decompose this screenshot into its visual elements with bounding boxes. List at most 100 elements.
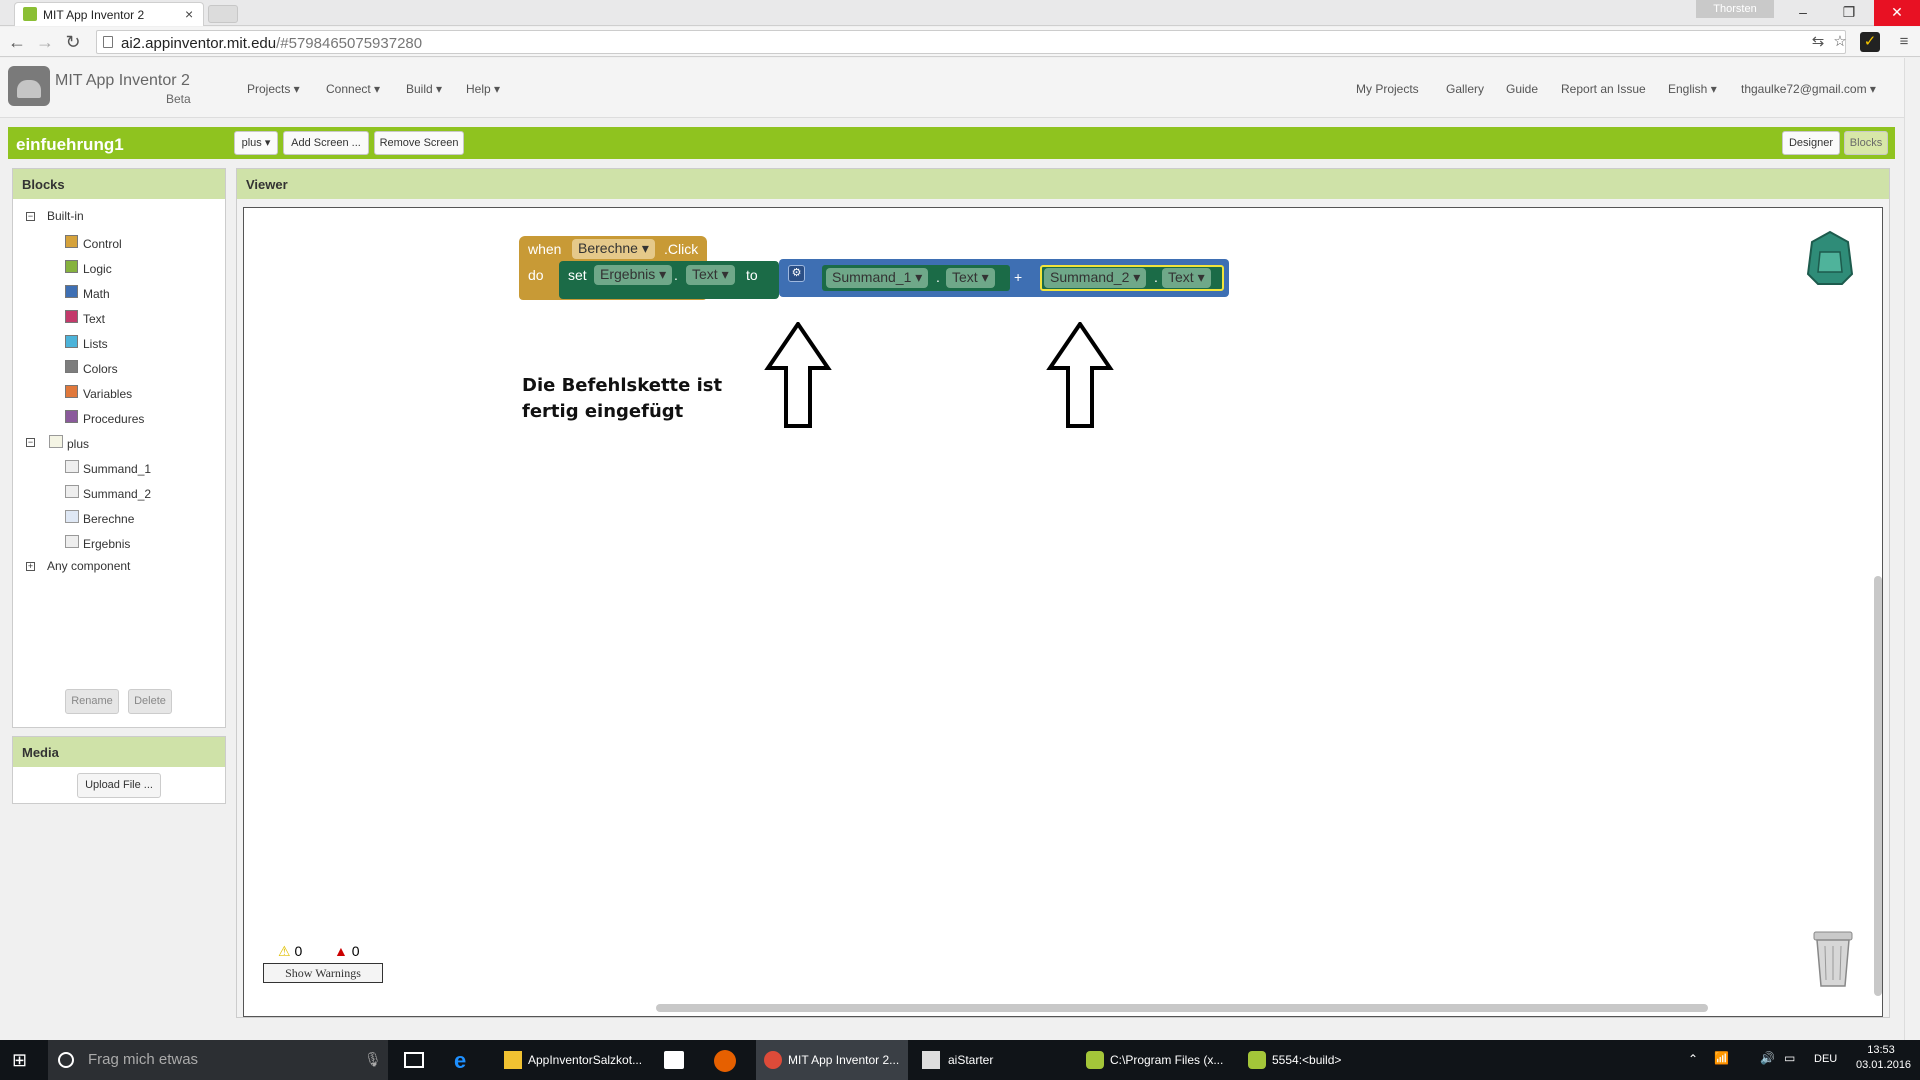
firefox-icon[interactable] bbox=[714, 1050, 736, 1072]
tray-chevron-icon[interactable]: ⌃ bbox=[1688, 1052, 1698, 1066]
backpack-icon[interactable] bbox=[1802, 228, 1858, 288]
extension-icon[interactable]: ✓ bbox=[1860, 32, 1880, 52]
show-warnings-button[interactable]: Show Warnings bbox=[263, 963, 383, 983]
lists-swatch-icon bbox=[65, 335, 78, 348]
drawer-procedures[interactable]: Procedures bbox=[83, 412, 144, 426]
designer-button[interactable]: Designer bbox=[1782, 131, 1840, 155]
url-field[interactable]: ai2.appinventor.mit.edu/#579846507593728… bbox=[96, 30, 1846, 54]
remove-screen-button[interactable]: Remove Screen bbox=[374, 131, 464, 155]
component-summand2[interactable]: Summand_2 bbox=[83, 487, 151, 501]
component-summand1[interactable]: Summand_1 bbox=[83, 462, 151, 476]
link-report-issue[interactable]: Report an Issue bbox=[1561, 82, 1646, 96]
expand-any-component-icon[interactable]: + bbox=[26, 562, 35, 571]
trash-can-icon[interactable] bbox=[1808, 926, 1858, 990]
delete-button[interactable]: Delete bbox=[128, 689, 172, 714]
network-icon[interactable]: 📶 bbox=[1714, 1051, 1729, 1065]
input-language[interactable]: DEU bbox=[1814, 1053, 1837, 1065]
tree-screen-plus[interactable]: plus bbox=[67, 437, 89, 451]
label-component-icon bbox=[65, 535, 79, 548]
vertical-scrollbar[interactable] bbox=[1874, 576, 1882, 996]
operand1-property-dropdown[interactable]: Text ▾ bbox=[946, 268, 995, 288]
browser-tab[interactable]: MIT App Inventor 2 × bbox=[14, 2, 204, 26]
android-logo-icon[interactable] bbox=[8, 66, 50, 106]
blocks-button[interactable]: Blocks bbox=[1844, 131, 1888, 155]
set-component-dropdown[interactable]: Ergebnis ▾ bbox=[594, 265, 673, 285]
back-icon[interactable]: ← bbox=[6, 31, 28, 53]
menu-help[interactable]: Help ▾ bbox=[466, 82, 500, 96]
console-icon bbox=[922, 1051, 940, 1069]
link-gallery[interactable]: Gallery bbox=[1446, 82, 1484, 96]
taskbar-item-label: AppInventorSalzkot... bbox=[528, 1053, 643, 1067]
reload-icon[interactable]: ↻ bbox=[62, 31, 84, 53]
component-ergebnis[interactable]: Ergebnis bbox=[83, 537, 130, 551]
event-when-label: when bbox=[528, 241, 562, 257]
bookmark-star-icon[interactable]: ☆ bbox=[1830, 32, 1850, 52]
volume-icon[interactable]: 🔊 bbox=[1760, 1051, 1775, 1065]
drawer-lists[interactable]: Lists bbox=[83, 337, 108, 351]
restore-icon[interactable]: ❐ bbox=[1826, 0, 1872, 26]
upload-file-button[interactable]: Upload File ... bbox=[77, 773, 161, 798]
minimize-icon[interactable]: – bbox=[1780, 0, 1826, 26]
warning-count[interactable]: ⚠ 0 bbox=[278, 943, 302, 960]
task-view-icon[interactable] bbox=[404, 1052, 424, 1068]
translate-icon[interactable]: ⇆ bbox=[1808, 32, 1828, 52]
cortana-search-box[interactable]: Frag mich etwas bbox=[48, 1040, 388, 1080]
event-component-dropdown[interactable]: Berechne ▾ bbox=[572, 239, 655, 259]
note-line-2: fertig eingefügt bbox=[522, 401, 684, 422]
menu-account[interactable]: thgaulke72@gmail.com ▾ bbox=[1741, 82, 1876, 96]
blocks-panel: Blocks − Built-in Control Logic Math Tex… bbox=[12, 168, 226, 728]
link-guide[interactable]: Guide bbox=[1506, 82, 1538, 96]
edge-icon[interactable]: e bbox=[454, 1048, 466, 1074]
operand2-property-dropdown[interactable]: Text ▾ bbox=[1162, 268, 1211, 288]
component-berechne[interactable]: Berechne bbox=[83, 512, 134, 526]
notification-icon[interactable]: ▭ bbox=[1784, 1051, 1795, 1065]
close-tab-icon[interactable]: × bbox=[185, 6, 193, 22]
taskbar-item-aistarter[interactable]: aiStarter bbox=[914, 1040, 1064, 1080]
collapse-builtin-icon[interactable]: − bbox=[26, 212, 35, 221]
menu-language[interactable]: English ▾ bbox=[1668, 82, 1717, 96]
operand1-component-dropdown[interactable]: Summand_1 ▾ bbox=[826, 268, 929, 288]
browser-user-badge[interactable]: Thorsten bbox=[1696, 0, 1774, 18]
taskbar-item-chrome[interactable]: MIT App Inventor 2... bbox=[756, 1040, 908, 1080]
warning-count-value: 0 bbox=[294, 943, 303, 959]
rename-button[interactable]: Rename bbox=[65, 689, 119, 714]
taskbar-item-program-files[interactable]: C:\Program Files (x... bbox=[1080, 1040, 1230, 1080]
screen-select-button[interactable]: plus ▾ bbox=[234, 131, 278, 155]
drawer-text[interactable]: Text bbox=[83, 312, 105, 326]
taskbar-item-label: aiStarter bbox=[948, 1053, 994, 1067]
tree-any-component[interactable]: Any component bbox=[47, 559, 130, 573]
drawer-logic[interactable]: Logic bbox=[83, 262, 112, 276]
set-property-dropdown[interactable]: Text ▾ bbox=[686, 265, 735, 285]
blocks-workspace[interactable]: when Berechne ▾ .Click do set Ergebnis ▾… bbox=[243, 207, 1883, 1017]
drawer-math[interactable]: Math bbox=[83, 287, 110, 301]
set-dot-label: . bbox=[674, 267, 678, 283]
windows-start-icon[interactable]: ⊞ bbox=[12, 1050, 32, 1070]
page-scrollbar[interactable] bbox=[1904, 58, 1920, 1040]
chrome-menu-icon[interactable]: ≡ bbox=[1894, 32, 1914, 52]
link-my-projects[interactable]: My Projects bbox=[1356, 82, 1419, 96]
store-icon[interactable] bbox=[664, 1051, 684, 1069]
operand2-component-dropdown[interactable]: Summand_2 ▾ bbox=[1044, 268, 1147, 288]
menu-connect[interactable]: Connect ▾ bbox=[326, 82, 380, 96]
menu-build[interactable]: Build ▾ bbox=[406, 82, 442, 96]
taskbar-item-explorer[interactable]: AppInventorSalzkot... bbox=[496, 1040, 646, 1080]
menu-projects[interactable]: Projects ▾ bbox=[247, 82, 300, 96]
tab-title: MIT App Inventor 2 bbox=[43, 8, 145, 22]
drawer-colors[interactable]: Colors bbox=[83, 362, 118, 376]
collapse-screen-icon[interactable]: − bbox=[26, 438, 35, 447]
microphone-icon[interactable]: 🎙 bbox=[364, 1051, 382, 1068]
add-screen-button[interactable]: Add Screen ... bbox=[283, 131, 369, 155]
media-panel: Media Upload File ... bbox=[12, 736, 226, 804]
new-tab-button[interactable] bbox=[208, 5, 238, 23]
error-count[interactable]: ▲ 0 bbox=[334, 943, 360, 959]
mutator-gear-icon[interactable]: ⚙ bbox=[788, 265, 805, 282]
tree-builtin[interactable]: Built-in bbox=[47, 209, 84, 223]
drawer-variables[interactable]: Variables bbox=[83, 387, 132, 401]
horizontal-scrollbar[interactable] bbox=[656, 1004, 1708, 1012]
clock[interactable]: 13:53 03.01.2016 bbox=[1856, 1044, 1911, 1071]
forward-icon[interactable]: → bbox=[34, 31, 56, 53]
taskbar-item-emulator[interactable]: 5554:<build> bbox=[1242, 1040, 1372, 1080]
drawer-control[interactable]: Control bbox=[83, 237, 122, 251]
page-icon bbox=[103, 36, 113, 48]
window-close-icon[interactable]: ✕ bbox=[1874, 0, 1920, 26]
